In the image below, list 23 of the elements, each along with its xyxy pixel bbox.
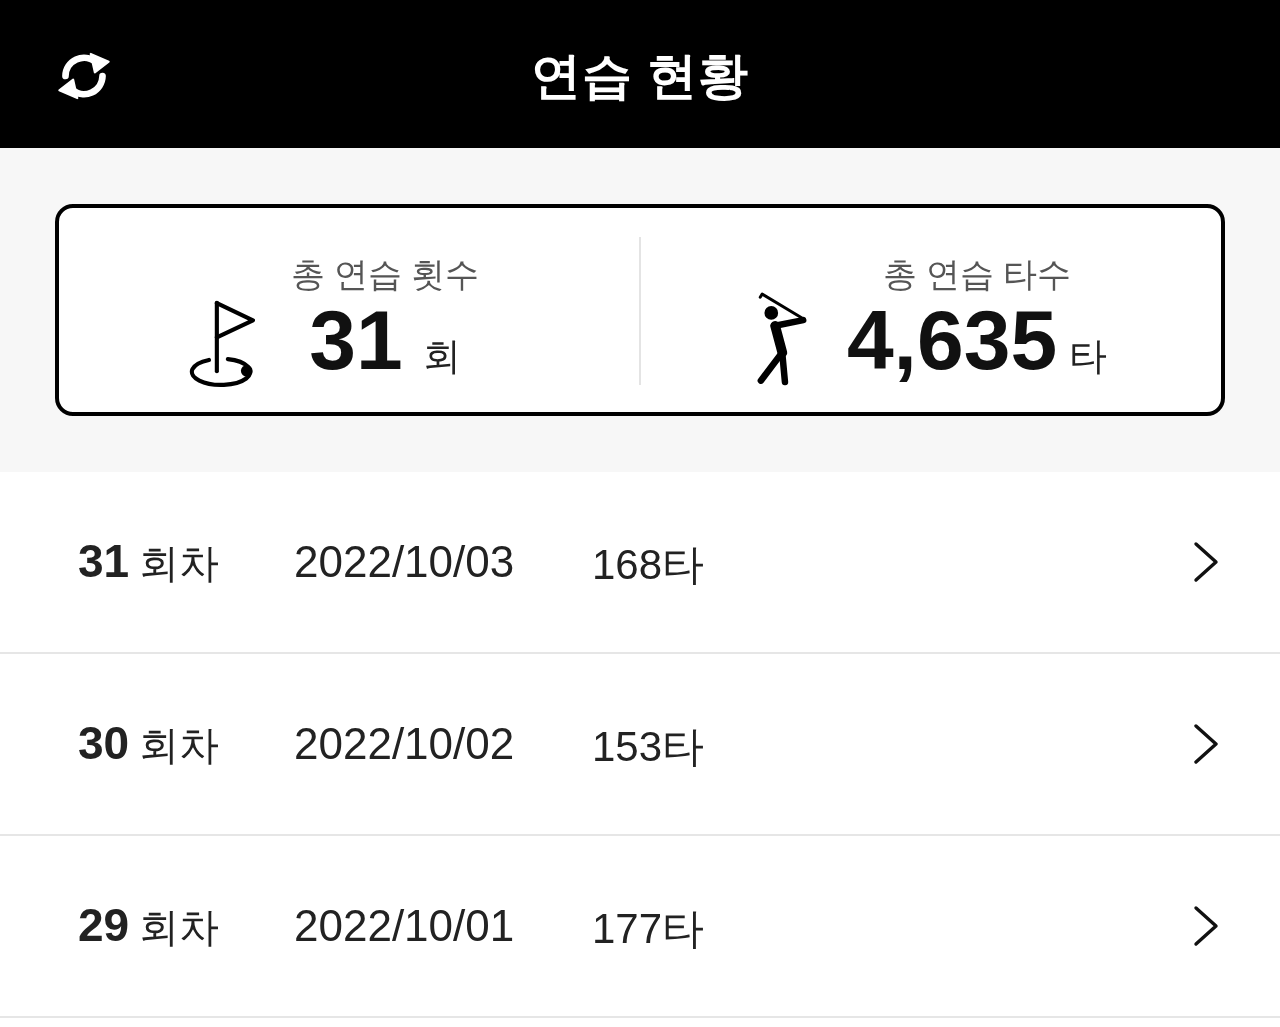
session-strokes: 153타	[592, 722, 706, 772]
session-date: 2022/10/02	[294, 719, 516, 769]
session-date: 2022/10/01	[294, 901, 516, 951]
stat-unit: 회	[422, 334, 461, 379]
golf-flag-icon	[188, 300, 255, 388]
session-date: 2022/10/03	[294, 537, 516, 587]
chevron-right-icon	[1192, 905, 1220, 947]
session-strokes: 168타	[592, 540, 706, 590]
stat-unit: 타	[1069, 334, 1108, 379]
session-strokes: 177타	[592, 904, 706, 954]
chevron-right-icon	[1192, 541, 1220, 583]
chevron-right-icon	[1192, 723, 1220, 765]
stat-value: 4,635	[846, 298, 1058, 382]
session-number: 30 회차	[78, 715, 221, 771]
page-title: 연습 현황	[530, 46, 750, 106]
open-session-button[interactable]	[1192, 905, 1220, 947]
open-session-button[interactable]	[1192, 541, 1220, 583]
stat-label: 총 연습 횟수	[290, 254, 480, 295]
open-session-button[interactable]	[1192, 723, 1220, 765]
stat-value: 31	[309, 298, 403, 382]
session-number: 29 회차	[78, 897, 221, 953]
session-number: 31 회차	[78, 533, 221, 589]
stat-label: 총 연습 타수	[882, 254, 1072, 295]
